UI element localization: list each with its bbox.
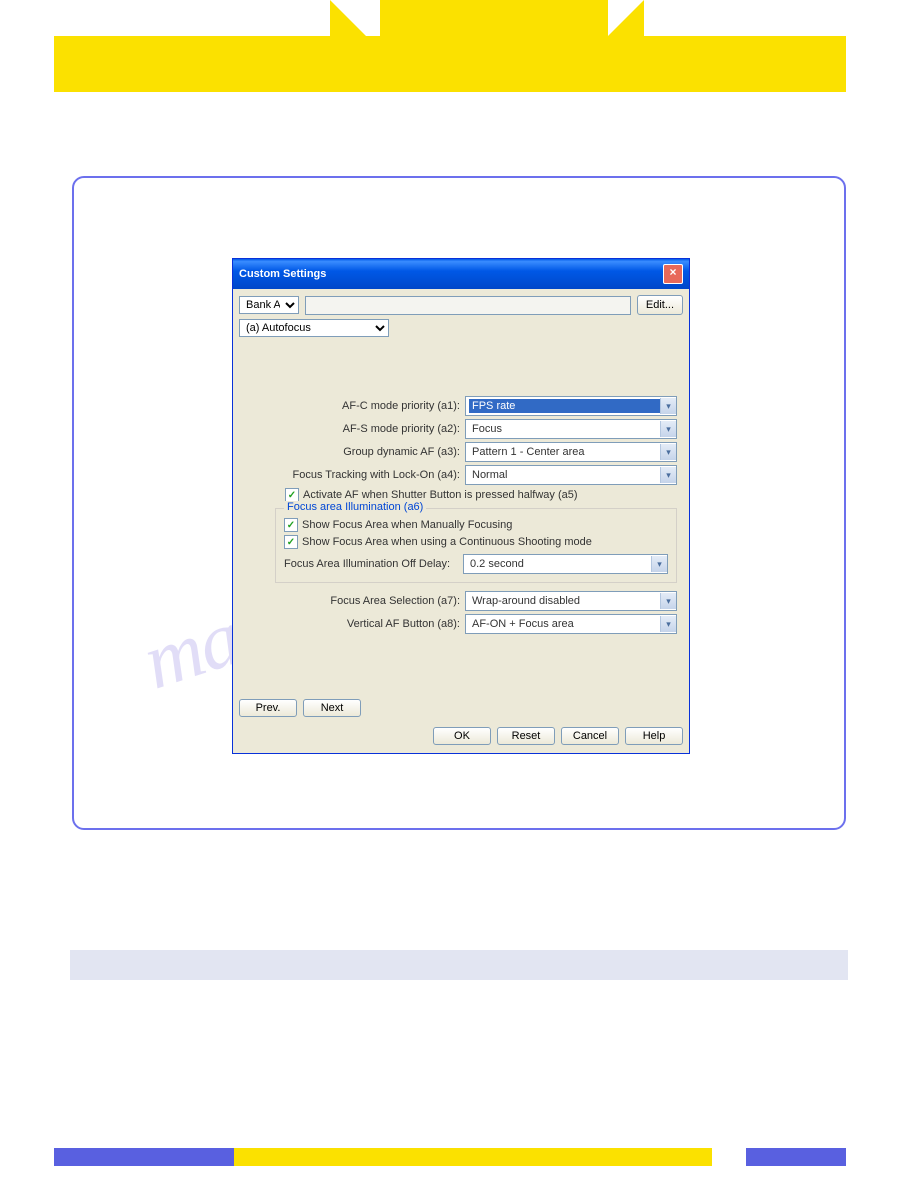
checkbox-a6-manual[interactable]: ✓ (284, 518, 298, 532)
label-a8: Vertical AF Button (a8): (245, 618, 465, 630)
dropdown-a1[interactable]: FPS rate▾ (465, 396, 677, 416)
ok-button[interactable]: OK (433, 727, 491, 745)
cancel-button[interactable]: Cancel (561, 727, 619, 745)
dropdown-a4[interactable]: Normal▾ (465, 465, 677, 485)
label-a7: Focus Area Selection (a7): (245, 595, 465, 607)
edit-button[interactable]: Edit... (637, 295, 683, 315)
footer-blue-bar (70, 950, 848, 980)
label-a5: Activate AF when Shutter Button is press… (303, 489, 578, 501)
label-a6-c1: Show Focus Area when Manually Focusing (302, 519, 512, 531)
dialog-title: Custom Settings (239, 268, 326, 280)
label-a6-delay: Focus Area Illumination Off Delay: (284, 558, 459, 570)
next-button[interactable]: Next (303, 699, 361, 717)
label-a2: AF-S mode priority (a2): (245, 423, 465, 435)
custom-settings-dialog: Custom Settings × Bank A Edit... (a) Aut… (232, 258, 690, 754)
dropdown-a8[interactable]: AF-ON + Focus area▾ (465, 614, 677, 634)
dropdown-a3[interactable]: Pattern 1 - Center area▾ (465, 442, 677, 462)
chevron-down-icon: ▾ (660, 421, 676, 437)
legend-a6: Focus area Illumination (a6) (284, 501, 426, 513)
chevron-down-icon: ▾ (660, 467, 676, 483)
checkbox-a6-continuous[interactable]: ✓ (284, 535, 298, 549)
dropdown-a2[interactable]: Focus▾ (465, 419, 677, 439)
chevron-down-icon: ▾ (660, 593, 676, 609)
reset-button[interactable]: Reset (497, 727, 555, 745)
bank-select[interactable]: Bank A (239, 296, 299, 314)
label-a4: Focus Tracking with Lock-On (a4): (245, 469, 465, 481)
bank-name-field[interactable] (305, 296, 631, 315)
chevron-down-icon: ▾ (651, 556, 667, 572)
fieldset-a6: Focus area Illumination (a6) ✓Show Focus… (275, 508, 677, 583)
help-button[interactable]: Help (625, 727, 683, 745)
chevron-down-icon: ▾ (660, 444, 676, 460)
chevron-down-icon: ▾ (660, 616, 676, 632)
title-bar: Custom Settings × (233, 259, 689, 289)
category-select[interactable]: (a) Autofocus (239, 319, 389, 337)
label-a6-c2: Show Focus Area when using a Continuous … (302, 536, 592, 548)
checkbox-a5[interactable]: ✓ (285, 488, 299, 502)
close-icon[interactable]: × (663, 264, 683, 284)
label-a3: Group dynamic AF (a3): (245, 446, 465, 458)
prev-button[interactable]: Prev. (239, 699, 297, 717)
screenshot-frame: manualshive.com Custom Settings × Bank A… (72, 176, 846, 830)
label-a1: AF-C mode priority (a1): (245, 400, 465, 412)
dropdown-a6-delay[interactable]: 0.2 second▾ (463, 554, 668, 574)
footer-stripe (54, 1148, 846, 1166)
dropdown-a7[interactable]: Wrap-around disabled▾ (465, 591, 677, 611)
chevron-down-icon: ▾ (660, 398, 676, 414)
